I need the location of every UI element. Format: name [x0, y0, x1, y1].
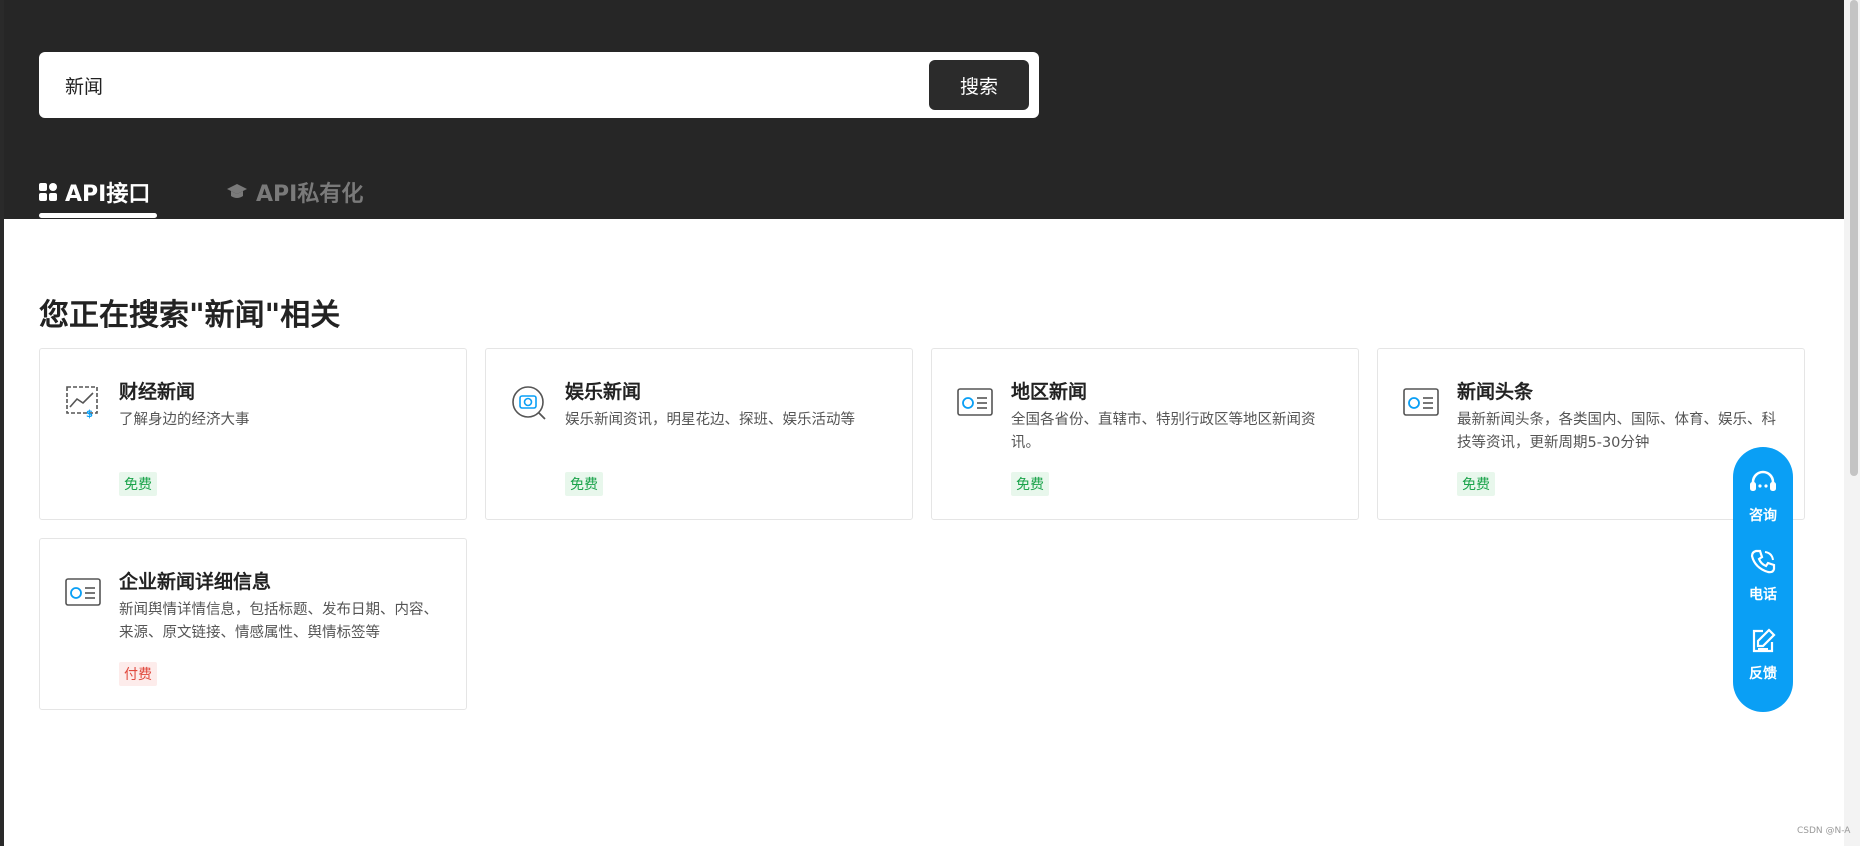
- scrollbar-thumb[interactable]: [1850, 0, 1858, 476]
- phone-button[interactable]: 电话: [1733, 548, 1793, 604]
- phone-label: 电话: [1749, 587, 1777, 603]
- feedback-label: 反馈: [1749, 666, 1777, 682]
- search-button[interactable]: 搜索: [929, 60, 1029, 110]
- search-input[interactable]: [65, 65, 915, 105]
- tab-api-label: API接口: [65, 182, 151, 207]
- finance-chart-icon: $: [64, 383, 102, 421]
- price-badge: 免费: [565, 472, 603, 496]
- card-desc: 最新新闻头条，各类国内、国际、体育、娱乐、科技等资讯，更新周期5-30分钟: [1457, 412, 1776, 451]
- card-title: 财经新闻: [119, 381, 196, 403]
- price-badge: 免费: [119, 472, 157, 496]
- tab-active-indicator: [39, 213, 157, 218]
- graduation-cap-icon: [226, 183, 248, 201]
- consult-label: 咨询: [1749, 508, 1777, 524]
- consult-button[interactable]: 咨询: [1733, 469, 1793, 525]
- card-desc: 新闻舆情详情信息，包括标题、发布日期、内容、来源、原文链接、情感属性、舆情标签等: [119, 602, 438, 641]
- card-title: 地区新闻: [1011, 381, 1088, 403]
- camera-search-icon: [510, 383, 548, 421]
- tab-api[interactable]: API接口: [39, 172, 150, 212]
- news-card-icon: [64, 573, 102, 611]
- svg-text:$: $: [86, 409, 93, 420]
- edit-icon: [1749, 627, 1777, 659]
- api-card[interactable]: 娱乐新闻 娱乐新闻资讯，明星花边、探班、娱乐活动等 免费: [485, 348, 913, 520]
- api-card[interactable]: 地区新闻 全国各省份、直辖市、特别行政区等地区新闻资讯。 免费: [931, 348, 1359, 520]
- price-badge: 付费: [119, 662, 157, 686]
- price-badge: 免费: [1011, 472, 1049, 496]
- feedback-button[interactable]: 反馈: [1733, 627, 1793, 683]
- api-card[interactable]: 企业新闻详细信息 新闻舆情详情信息，包括标题、发布日期、内容、来源、原文链接、情…: [39, 538, 467, 710]
- phone-icon: [1749, 548, 1777, 580]
- card-desc: 了解身边的经济大事: [119, 412, 250, 428]
- tab-api-private-label: API私有化: [256, 182, 364, 207]
- api-card[interactable]: $ 财经新闻 了解身边的经济大事 免费: [39, 348, 467, 520]
- card-desc: 娱乐新闻资讯，明星花边、探班、娱乐活动等: [565, 412, 855, 428]
- card-title: 新闻头条: [1457, 381, 1534, 403]
- card-title: 娱乐新闻: [565, 381, 642, 403]
- floating-contact-bar: 咨询 电话 反馈: [1733, 447, 1793, 712]
- card-desc: 全国各省份、直辖市、特别行政区等地区新闻资讯。: [1011, 412, 1316, 451]
- tab-api-private[interactable]: API私有化: [226, 172, 363, 212]
- price-badge: 免费: [1457, 472, 1495, 496]
- card-title: 企业新闻详细信息: [119, 571, 272, 593]
- search-box: 搜索: [39, 52, 1039, 118]
- results-heading: 您正在搜索"新闻"相关: [39, 298, 341, 333]
- news-card-icon: [1402, 383, 1440, 421]
- headset-icon: [1748, 469, 1778, 501]
- news-card-icon: [956, 383, 994, 421]
- grid-icon: [39, 183, 57, 201]
- watermark: CSDN @N-A: [1797, 826, 1851, 836]
- header: 搜索 API接口 API私有化: [4, 0, 1844, 219]
